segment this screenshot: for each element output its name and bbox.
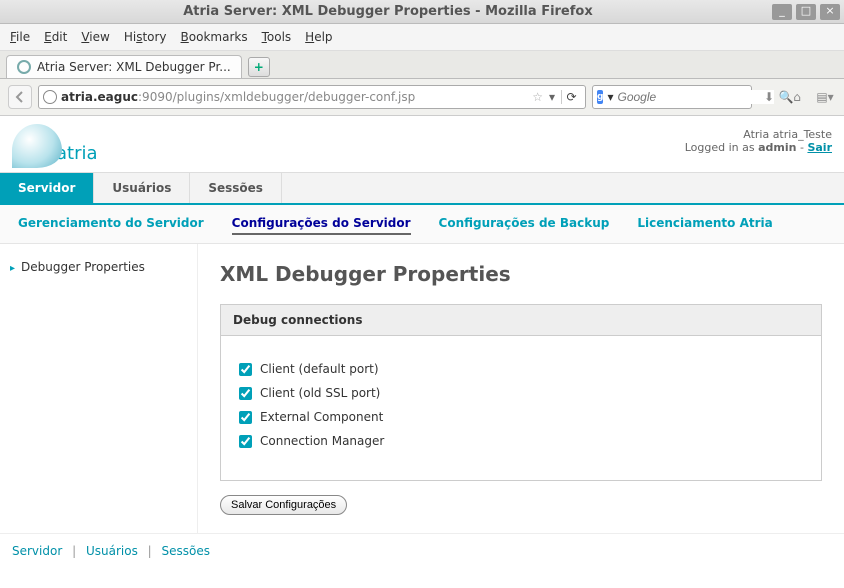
browser-tab[interactable]: Atria Server: XML Debugger Pr... xyxy=(6,55,242,78)
search-engine-icon[interactable]: g xyxy=(597,90,603,104)
sidebar: Debugger Properties xyxy=(0,244,198,533)
logo-mark xyxy=(12,124,62,168)
label-external-component: External Component xyxy=(260,410,383,424)
url-text: atria.eaguc:9090/plugins/xmldebugger/deb… xyxy=(61,90,528,104)
tab-label: Atria Server: XML Debugger Pr... xyxy=(37,60,231,74)
menu-view[interactable]: View xyxy=(81,30,109,44)
option-client-default-port: Client (default port) xyxy=(239,362,803,376)
window-titlebar: Atria Server: XML Debugger Properties - … xyxy=(0,0,844,24)
tab-strip: Atria Server: XML Debugger Pr... + xyxy=(0,51,844,79)
search-box[interactable]: g ▾ 🔍 xyxy=(592,85,752,109)
minimize-button[interactable]: _ xyxy=(772,4,792,20)
reload-button[interactable]: ⟳ xyxy=(561,90,581,104)
site-identity-icon xyxy=(43,90,57,104)
checkbox-client-default-port[interactable] xyxy=(239,363,252,376)
bookmarks-menu-button[interactable]: ▤▾ xyxy=(814,86,836,108)
panel-header: Debug connections xyxy=(221,305,821,336)
login-line: Logged in as admin - Sair xyxy=(685,141,832,154)
footer-sep2: | xyxy=(148,544,152,558)
option-connection-manager: Connection Manager xyxy=(239,434,803,448)
window-title: Atria Server: XML Debugger Properties - … xyxy=(4,4,772,19)
search-input[interactable] xyxy=(617,90,774,104)
menu-tools[interactable]: Tools xyxy=(262,30,292,44)
footer-usuarios[interactable]: Usuários xyxy=(86,544,138,558)
toolbar: atria.eaguc:9090/plugins/xmldebugger/deb… xyxy=(0,79,844,116)
option-client-old-ssl-port: Client (old SSL port) xyxy=(239,386,803,400)
footer-sessoes[interactable]: Sessões xyxy=(162,544,210,558)
browser-menubar: File Edit View History Bookmarks Tools H… xyxy=(0,24,844,51)
checkbox-external-component[interactable] xyxy=(239,411,252,424)
page-header: atria Atria atria_Teste Logged in as adm… xyxy=(0,116,844,172)
back-button[interactable] xyxy=(8,85,32,109)
save-button[interactable]: Salvar Configurações xyxy=(220,495,347,515)
menu-help[interactable]: Help xyxy=(305,30,332,44)
main-nav: Servidor Usuários Sessões xyxy=(0,172,844,205)
body-row: Debugger Properties XML Debugger Propert… xyxy=(0,244,844,533)
current-user: admin xyxy=(758,141,796,154)
nav-usuarios[interactable]: Usuários xyxy=(94,173,190,203)
checkbox-connection-manager[interactable] xyxy=(239,435,252,448)
window-buttons: _ □ × xyxy=(772,4,840,20)
close-button[interactable]: × xyxy=(820,4,840,20)
address-bar[interactable]: atria.eaguc:9090/plugins/xmldebugger/deb… xyxy=(38,85,586,109)
search-engine-dropdown-icon[interactable]: ▾ xyxy=(607,90,613,104)
menu-bookmarks[interactable]: Bookmarks xyxy=(181,30,248,44)
label-client-old-ssl-port: Client (old SSL port) xyxy=(260,386,380,400)
option-external-component: External Component xyxy=(239,410,803,424)
url-path: :9090/plugins/xmldebugger/debugger-conf.… xyxy=(138,90,415,104)
tab-favicon xyxy=(17,60,31,74)
label-client-default-port: Client (default port) xyxy=(260,362,379,376)
debug-connections-panel: Debug connections Client (default port) … xyxy=(220,304,822,481)
menu-history[interactable]: History xyxy=(124,30,167,44)
subnav-gerenciamento[interactable]: Gerenciamento do Servidor xyxy=(18,213,204,235)
nav-sessoes[interactable]: Sessões xyxy=(190,173,282,203)
url-dropdown-icon[interactable]: ▾ xyxy=(547,90,557,104)
tenant-name: Atria atria_Teste xyxy=(685,128,832,141)
logo: atria xyxy=(12,124,98,168)
footer-sep1: | xyxy=(72,544,76,558)
subnav-configuracoes[interactable]: Configurações do Servidor xyxy=(232,213,411,235)
menu-file[interactable]: File xyxy=(10,30,30,44)
subnav-backup[interactable]: Configurações de Backup xyxy=(439,213,610,235)
nav-servidor[interactable]: Servidor xyxy=(0,173,94,203)
footer: Servidor | Usuários | Sessões xyxy=(0,533,844,568)
logo-text: atria xyxy=(56,143,98,164)
label-connection-manager: Connection Manager xyxy=(260,434,384,448)
back-icon xyxy=(13,90,27,104)
home-button[interactable]: ⌂ xyxy=(786,86,808,108)
content-area: XML Debugger Properties Debug connection… xyxy=(198,244,844,533)
checkbox-client-old-ssl-port[interactable] xyxy=(239,387,252,400)
subnav-licenciamento[interactable]: Licenciamento Atria xyxy=(637,213,772,235)
maximize-button[interactable]: □ xyxy=(796,4,816,20)
logout-link[interactable]: Sair xyxy=(807,141,832,154)
page-content: atria Atria atria_Teste Logged in as adm… xyxy=(0,116,844,568)
footer-servidor[interactable]: Servidor xyxy=(12,544,62,558)
page-title: XML Debugger Properties xyxy=(220,262,822,286)
url-host: atria.eaguc xyxy=(61,90,138,104)
sub-nav: Gerenciamento do Servidor Configurações … xyxy=(0,205,844,244)
panel-body: Client (default port) Client (old SSL po… xyxy=(221,336,821,480)
bookmark-star-icon[interactable]: ☆ xyxy=(532,90,543,104)
new-tab-button[interactable]: + xyxy=(248,57,270,77)
menu-edit[interactable]: Edit xyxy=(44,30,67,44)
user-info: Atria atria_Teste Logged in as admin - S… xyxy=(685,124,832,154)
downloads-button[interactable]: ⬇ xyxy=(758,86,780,108)
sidebar-debugger-properties[interactable]: Debugger Properties xyxy=(10,256,187,278)
